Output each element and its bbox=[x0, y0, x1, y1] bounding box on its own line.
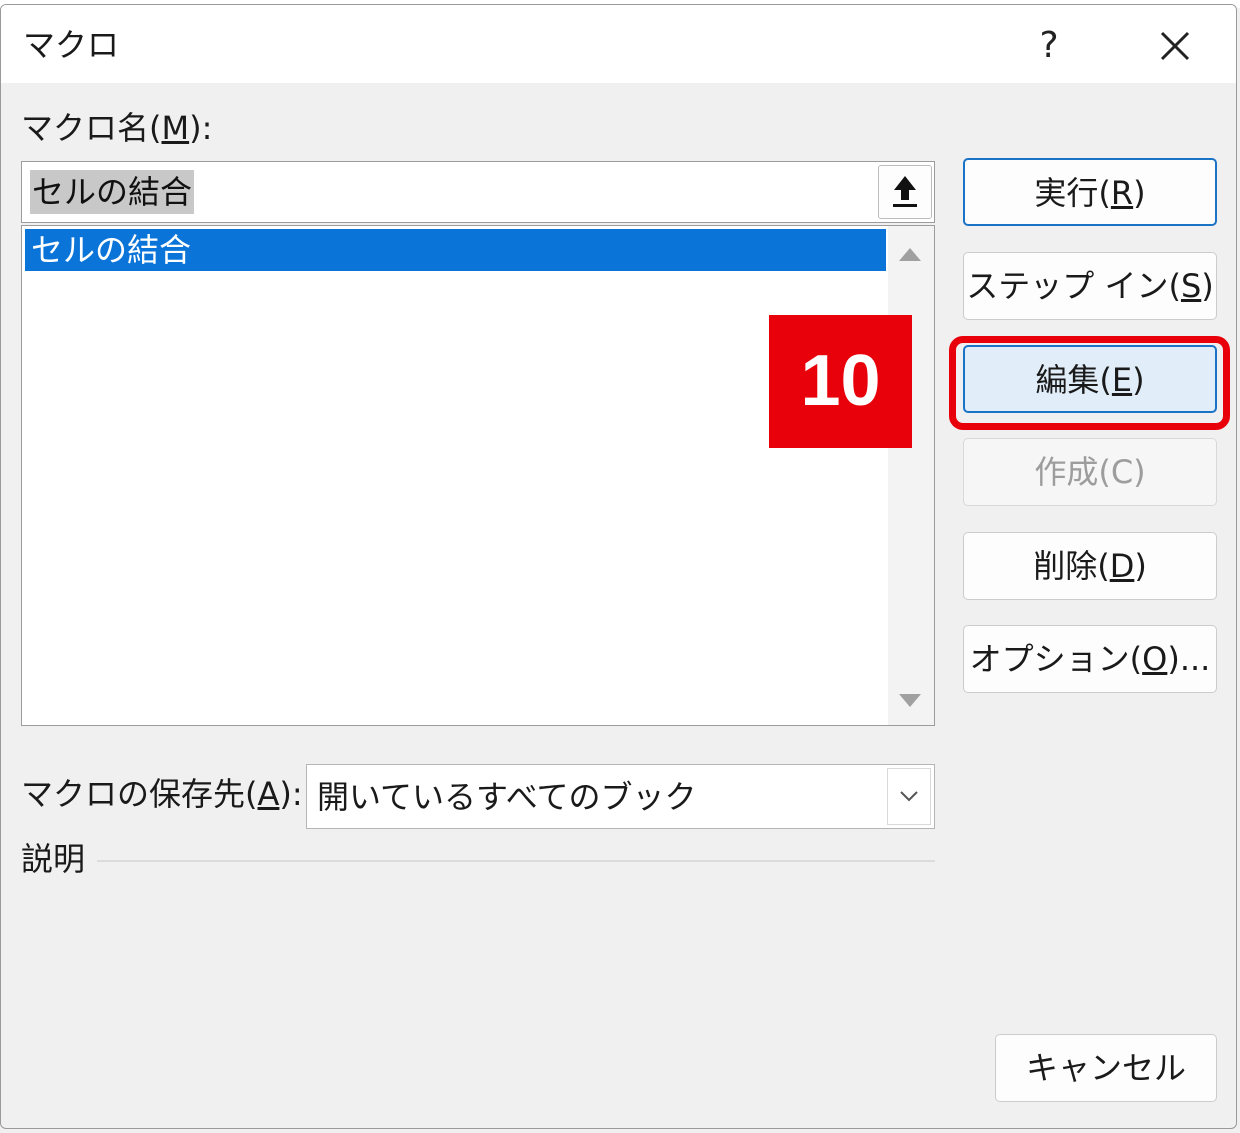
delete-button-key: D bbox=[1109, 547, 1135, 585]
collapse-dialog-button[interactable] bbox=[878, 165, 932, 219]
macro-dialog: マクロ ? マクロ名(M): セルの結合 セルの結合 10 実行(R) ステップ… bbox=[0, 4, 1237, 1129]
close-icon bbox=[1160, 31, 1190, 61]
macro-list[interactable]: セルの結合 bbox=[21, 225, 935, 726]
step-in-button-label: ステップ イン( bbox=[966, 267, 1181, 305]
run-button-label: 実行( bbox=[1034, 174, 1111, 212]
store-in-label-pre: マクロの保存先( bbox=[21, 775, 258, 813]
store-in-value: 開いているすべてのブック bbox=[317, 778, 697, 816]
delete-button-label-end: ) bbox=[1134, 547, 1147, 585]
list-scrollbar[interactable] bbox=[888, 226, 934, 725]
step-in-button-label-end: ) bbox=[1201, 267, 1214, 305]
title-bar: マクロ ? bbox=[1, 5, 1236, 83]
macro-name-value: セルの結合 bbox=[30, 170, 195, 214]
cancel-button[interactable]: キャンセル bbox=[995, 1034, 1217, 1102]
delete-button[interactable]: 削除(D) bbox=[963, 532, 1217, 600]
macro-name-input[interactable]: セルの結合 bbox=[21, 161, 935, 223]
close-button[interactable] bbox=[1139, 17, 1211, 75]
run-button[interactable]: 実行(R) bbox=[963, 158, 1217, 226]
step-in-button-key: S bbox=[1180, 267, 1202, 305]
step-in-button[interactable]: ステップ イン(S) bbox=[963, 252, 1217, 320]
macro-name-label: マクロ名(M): bbox=[21, 108, 212, 148]
store-in-select[interactable]: 開いているすべてのブック bbox=[306, 764, 935, 829]
store-in-dropdown-button[interactable] bbox=[887, 768, 931, 825]
scroll-down-arrow-icon[interactable] bbox=[899, 694, 921, 707]
options-button-key: O bbox=[1142, 640, 1168, 678]
macro-name-label-pre: マクロ名( bbox=[21, 109, 162, 147]
macro-name-label-key: M bbox=[161, 109, 190, 147]
step-number-badge: 10 bbox=[769, 315, 912, 448]
list-item[interactable]: セルの結合 bbox=[25, 229, 886, 271]
help-button[interactable]: ? bbox=[1019, 19, 1079, 73]
scroll-up-arrow-icon[interactable] bbox=[899, 248, 921, 261]
edit-button-highlight bbox=[949, 336, 1230, 430]
options-button[interactable]: オプション(O)... bbox=[963, 625, 1217, 693]
upload-arrow-icon bbox=[893, 176, 917, 207]
macro-name-label-post: ): bbox=[189, 109, 213, 147]
create-button: 作成(C) bbox=[963, 438, 1217, 506]
run-button-label-end: ) bbox=[1133, 174, 1146, 212]
store-in-label: マクロの保存先(A): bbox=[21, 774, 303, 814]
options-button-label-end: )... bbox=[1167, 640, 1211, 678]
dialog-title: マクロ bbox=[23, 26, 120, 64]
run-button-key: R bbox=[1110, 174, 1134, 212]
delete-button-label: 削除( bbox=[1033, 547, 1110, 585]
store-in-label-key: A bbox=[257, 775, 280, 813]
store-in-label-post: ): bbox=[279, 775, 303, 813]
description-label: 説明 bbox=[21, 840, 86, 878]
options-button-label: オプション( bbox=[969, 640, 1143, 678]
description-separator bbox=[97, 860, 935, 862]
chevron-down-icon bbox=[900, 791, 918, 802]
